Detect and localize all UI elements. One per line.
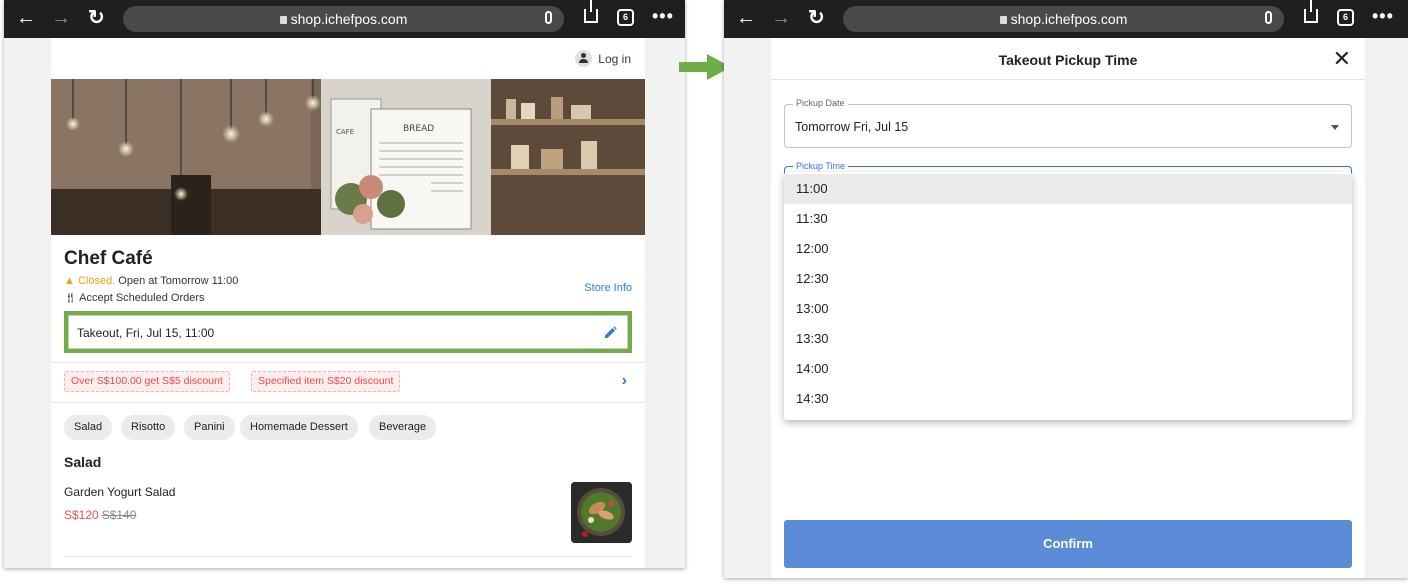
pickup-date-value: Tomorrow Fri, Jul 15 xyxy=(795,120,909,134)
forward-arrow-icon[interactable]: → xyxy=(51,6,71,30)
microphone-icon[interactable] xyxy=(545,11,552,24)
store-info-link[interactable]: Store Info xyxy=(584,282,632,294)
category-chip-panini[interactable]: Panini xyxy=(184,415,235,440)
more-options-icon[interactable]: ••• xyxy=(1372,6,1394,27)
takeout-value: Takeout, Fri, Jul 15, 11:00 xyxy=(77,326,215,340)
time-option[interactable]: 11:00 xyxy=(784,174,1352,204)
category-chip-beverage[interactable]: Beverage xyxy=(369,415,437,440)
store-banner-image: BREAD CAFE xyxy=(51,79,645,235)
time-option[interactable]: 11:30 xyxy=(784,204,1352,234)
divider xyxy=(64,556,632,557)
pickup-date-label: Pickup Date xyxy=(793,98,848,108)
store-status: ▲ Closed. Open at Tomorrow 11:00 xyxy=(64,275,238,287)
item-old-price: S$140 xyxy=(101,508,137,522)
store-name: Chef Café xyxy=(64,248,153,269)
modal-title: Takeout Pickup Time xyxy=(998,52,1138,68)
time-options-menu: 11:00 11:30 12:00 12:30 13:00 13:30 14:0… xyxy=(784,172,1352,420)
scheduled-orders: 🍴︎ Accept Scheduled Orders xyxy=(64,292,205,304)
address-bar[interactable]: shop.ichefpos.com xyxy=(843,6,1284,32)
time-option[interactable]: 14:30 xyxy=(784,384,1352,414)
highlight-box: Takeout, Fri, Jul 15, 11:00 xyxy=(64,311,632,353)
warning-icon: ▲ xyxy=(64,275,75,287)
pickup-time-modal: Takeout Pickup Time ✕ Pickup Date Tomorr… xyxy=(771,38,1365,578)
time-option[interactable]: 13:00 xyxy=(784,294,1352,324)
utensils-icon: 🍴︎ xyxy=(64,293,77,304)
promo-tag[interactable]: Specified item S$20 discount xyxy=(251,371,401,392)
cafe-interior-illustration: BREAD CAFE xyxy=(51,79,645,235)
left-screenshot: ← → ↻ shop.ichefpos.com 6 ••• Log in BRE… xyxy=(4,0,685,568)
closed-label: Closed. xyxy=(77,275,116,287)
time-option[interactable]: 14:00 xyxy=(784,354,1352,384)
confirm-button[interactable]: Confirm xyxy=(784,520,1352,568)
category-chip-risotto[interactable]: Risotto xyxy=(121,415,176,440)
menu-item-name[interactable]: Garden Yogurt Salad xyxy=(64,485,175,499)
divider xyxy=(51,362,645,363)
open-time-text: Open at Tomorrow 11:00 xyxy=(115,275,239,287)
lock-icon xyxy=(999,16,1007,24)
reload-icon[interactable]: ↻ xyxy=(88,6,105,30)
pickup-time-label: Pickup Time xyxy=(793,161,849,171)
dropdown-arrow-icon xyxy=(1331,125,1339,130)
time-option[interactable]: 12:00 xyxy=(784,234,1352,264)
share-icon[interactable] xyxy=(584,0,598,23)
reload-icon[interactable]: ↻ xyxy=(808,6,825,30)
address-bar[interactable]: shop.ichefpos.com xyxy=(123,6,564,32)
forward-arrow-icon[interactable]: → xyxy=(771,6,791,30)
tabs-icon[interactable]: 6 xyxy=(1337,9,1354,26)
browser-toolbar: ← → ↻ shop.ichefpos.com 6 ••• xyxy=(724,0,1408,38)
browser-toolbar: ← → ↻ shop.ichefpos.com 6 ••• xyxy=(4,0,685,38)
more-options-icon[interactable]: ••• xyxy=(652,6,674,27)
divider xyxy=(51,402,645,403)
right-screenshot: ← → ↻ shop.ichefpos.com 6 ••• Takeout Pi… xyxy=(724,0,1408,578)
close-icon[interactable]: ✕ xyxy=(1333,48,1351,70)
hero-cafe-sign: CAFE xyxy=(336,128,354,136)
url-text: shop.ichefpos.com xyxy=(290,11,408,27)
salad-bowl-illustration xyxy=(571,482,632,543)
time-option[interactable]: 13:30 xyxy=(784,324,1352,354)
microphone-icon[interactable] xyxy=(1265,11,1272,24)
user-icon xyxy=(575,50,593,67)
menu-item-price: S$120 S$140 xyxy=(64,508,136,522)
item-price: S$120 xyxy=(64,508,99,522)
scheduled-orders-label: Accept Scheduled Orders xyxy=(79,292,205,304)
back-arrow-icon[interactable]: ← xyxy=(736,6,756,30)
login-label: Log in xyxy=(598,51,631,66)
hero-bread-sign: BREAD xyxy=(403,124,434,134)
takeout-selector[interactable]: Takeout, Fri, Jul 15, 11:00 xyxy=(68,315,628,349)
url-text: shop.ichefpos.com xyxy=(1010,11,1128,27)
category-chip-homemade-dessert[interactable]: Homemade Dessert xyxy=(240,415,358,440)
menu-item-image[interactable] xyxy=(571,482,632,543)
section-title: Salad xyxy=(64,454,102,470)
share-icon[interactable] xyxy=(1304,0,1318,23)
tabs-icon[interactable]: 6 xyxy=(617,9,634,26)
edit-pencil-icon[interactable] xyxy=(604,326,617,339)
lock-icon xyxy=(279,16,287,24)
time-option[interactable]: 12:30 xyxy=(784,264,1352,294)
back-arrow-icon[interactable]: ← xyxy=(16,6,36,30)
promo-tag[interactable]: Over S$100.00 get S$5 discount xyxy=(64,371,230,392)
chevron-right-icon[interactable]: › xyxy=(622,372,627,390)
pickup-date-select[interactable]: Pickup Date Tomorrow Fri, Jul 15 xyxy=(784,98,1352,148)
divider xyxy=(771,79,1365,80)
login-button[interactable]: Log in xyxy=(575,50,631,67)
shop-page: Log in BREAD CAFE Chef Café ▲ Closed. Op… xyxy=(51,38,645,568)
category-chip-salad[interactable]: Salad xyxy=(64,415,113,440)
